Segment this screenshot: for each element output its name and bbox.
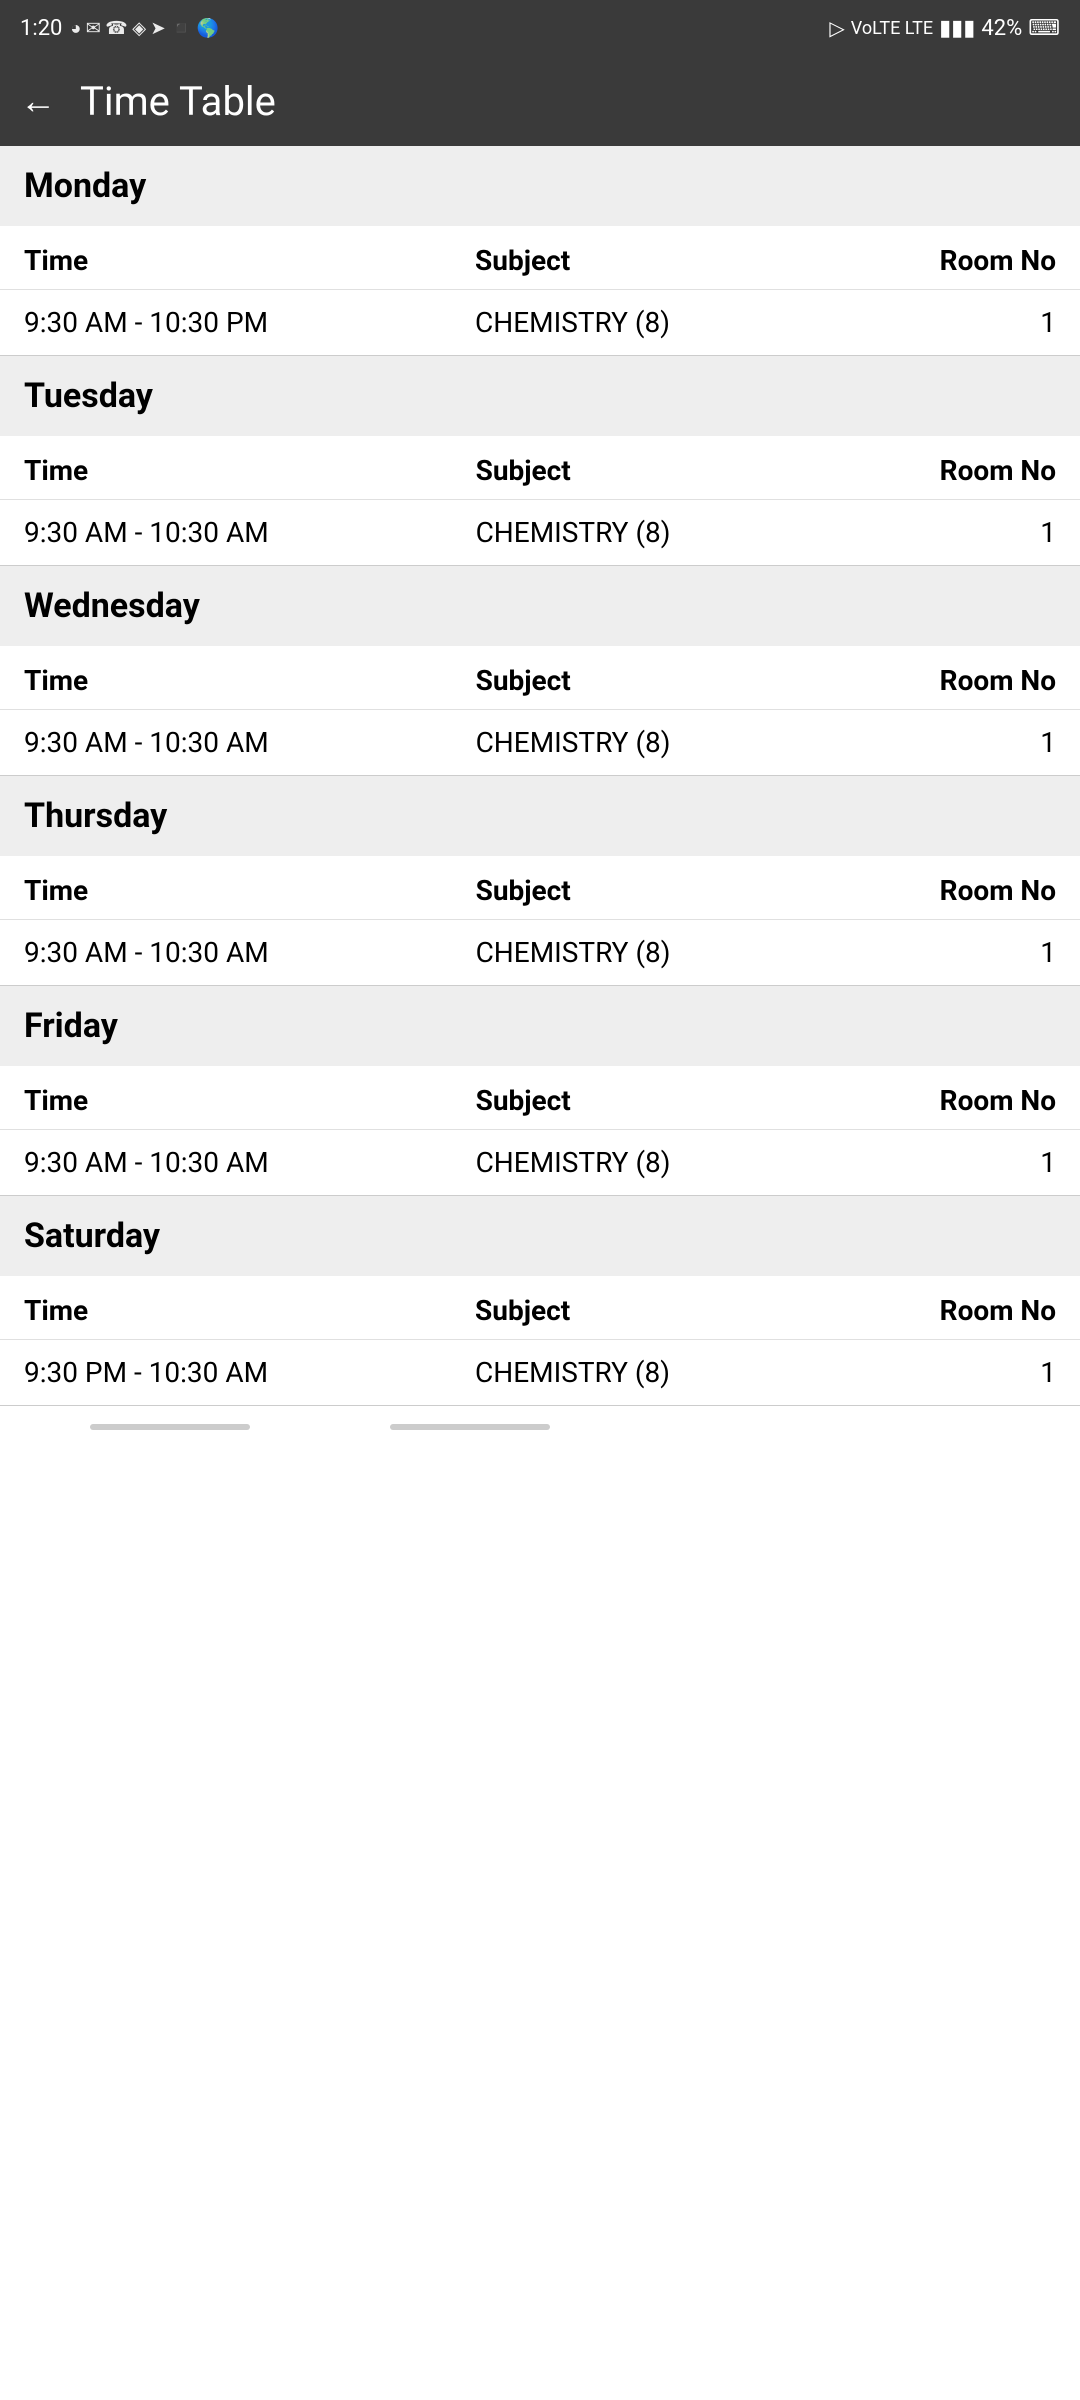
day-section-monday: MondayTimeSubjectRoom No9:30 AM - 10:30 … <box>0 146 1080 356</box>
day-section-saturday: SaturdayTimeSubjectRoom No9:30 PM - 10:3… <box>0 1196 1080 1406</box>
day-header-thursday: Thursday <box>0 776 1080 856</box>
status-icons: ◕ ✉ ☎ ◈ ➤ ◾ 🌎 <box>70 18 219 39</box>
status-right: ▷ VoLTE LTE ▮▮▮ 42% ⌨ <box>829 16 1060 41</box>
table-row: 9:30 PM - 10:30 AMCHEMISTRY (8)1 <box>0 1340 1080 1406</box>
entry-subject: CHEMISTRY (8) <box>452 500 827 566</box>
day-header-saturday: Saturday <box>0 1196 1080 1276</box>
day-section-thursday: ThursdayTimeSubjectRoom No9:30 AM - 10:3… <box>0 776 1080 986</box>
schedule-table-thursday: TimeSubjectRoom No9:30 AM - 10:30 AMCHEM… <box>0 856 1080 985</box>
col-header-time: Time <box>0 646 452 710</box>
day-name-wednesday: Wednesday <box>24 586 200 626</box>
col-header-time: Time <box>0 226 451 290</box>
col-header-room-no: Room No <box>826 646 1080 710</box>
col-header-room-no: Room No <box>826 1066 1080 1130</box>
day-name-saturday: Saturday <box>24 1216 160 1256</box>
table-row: 9:30 AM - 10:30 AMCHEMISTRY (8)1 <box>0 1130 1080 1196</box>
battery-percent: 42% <box>981 16 1022 41</box>
status-time: 1:20 <box>20 16 62 41</box>
signal-bars: ▮▮▮ <box>939 16 975 41</box>
entry-room: 1 <box>826 710 1080 776</box>
schedule-table-saturday: TimeSubjectRoom No9:30 PM - 10:30 AMCHEM… <box>0 1276 1080 1405</box>
scroll-hint-middle <box>390 1424 550 1430</box>
table-row: 9:30 AM - 10:30 AMCHEMISTRY (8)1 <box>0 500 1080 566</box>
schedule-table-tuesday: TimeSubjectRoom No9:30 AM - 10:30 AMCHEM… <box>0 436 1080 565</box>
entry-subject: CHEMISTRY (8) <box>451 1340 826 1406</box>
col-header-room-no: Room No <box>826 436 1080 500</box>
table-row: 9:30 AM - 10:30 PMCHEMISTRY (8)1 <box>0 290 1080 356</box>
scroll-hint-left <box>90 1424 250 1430</box>
day-section-tuesday: TuesdayTimeSubjectRoom No9:30 AM - 10:30… <box>0 356 1080 566</box>
day-header-monday: Monday <box>0 146 1080 226</box>
app-bar: ← Time Table <box>0 56 1080 146</box>
signal-text: VoLTE LTE <box>851 18 933 39</box>
entry-time: 9:30 AM - 10:30 AM <box>0 1130 452 1196</box>
schedule-table-wednesday: TimeSubjectRoom No9:30 AM - 10:30 AMCHEM… <box>0 646 1080 775</box>
entry-time: 9:30 AM - 10:30 AM <box>0 710 452 776</box>
col-header-time: Time <box>0 436 452 500</box>
entry-time: 9:30 PM - 10:30 AM <box>0 1340 451 1406</box>
col-header-time: Time <box>0 1276 451 1340</box>
timetable-container: MondayTimeSubjectRoom No9:30 AM - 10:30 … <box>0 146 1080 1406</box>
status-left: 1:20 ◕ ✉ ☎ ◈ ➤ ◾ 🌎 <box>20 16 219 41</box>
entry-room: 1 <box>826 920 1080 986</box>
entry-room: 1 <box>826 1340 1080 1406</box>
day-name-thursday: Thursday <box>24 796 167 836</box>
entry-subject: CHEMISTRY (8) <box>452 710 827 776</box>
col-header-subject: Subject <box>452 646 827 710</box>
page-title: Time Table <box>80 78 276 125</box>
col-header-time: Time <box>0 856 452 920</box>
entry-room: 1 <box>826 500 1080 566</box>
col-header-subject: Subject <box>452 856 827 920</box>
back-button[interactable]: ← <box>20 83 56 119</box>
day-header-tuesday: Tuesday <box>0 356 1080 436</box>
entry-subject: CHEMISTRY (8) <box>452 920 827 986</box>
entry-time: 9:30 AM - 10:30 PM <box>0 290 451 356</box>
entry-subject: CHEMISTRY (8) <box>451 290 826 356</box>
schedule-table-monday: TimeSubjectRoom No9:30 AM - 10:30 PMCHEM… <box>0 226 1080 355</box>
entry-subject: CHEMISTRY (8) <box>452 1130 827 1196</box>
col-header-time: Time <box>0 1066 452 1130</box>
col-header-room-no: Room No <box>826 856 1080 920</box>
day-section-friday: FridayTimeSubjectRoom No9:30 AM - 10:30 … <box>0 986 1080 1196</box>
day-name-monday: Monday <box>24 166 146 206</box>
col-header-subject: Subject <box>452 436 827 500</box>
day-name-friday: Friday <box>24 1006 118 1046</box>
status-bar: 1:20 ◕ ✉ ☎ ◈ ➤ ◾ 🌎 ▷ VoLTE LTE ▮▮▮ 42% ⌨ <box>0 0 1080 56</box>
wifi-icon: ▷ <box>829 16 844 40</box>
table-row: 9:30 AM - 10:30 AMCHEMISTRY (8)1 <box>0 710 1080 776</box>
entry-room: 1 <box>826 1130 1080 1196</box>
day-section-wednesday: WednesdayTimeSubjectRoom No9:30 AM - 10:… <box>0 566 1080 776</box>
col-header-room-no: Room No <box>826 226 1080 290</box>
day-name-tuesday: Tuesday <box>24 376 153 416</box>
entry-room: 1 <box>826 290 1080 356</box>
battery-icon: ⌨ <box>1028 16 1060 41</box>
schedule-table-friday: TimeSubjectRoom No9:30 AM - 10:30 AMCHEM… <box>0 1066 1080 1195</box>
day-header-wednesday: Wednesday <box>0 566 1080 646</box>
col-header-subject: Subject <box>451 226 826 290</box>
entry-time: 9:30 AM - 10:30 AM <box>0 500 452 566</box>
col-header-subject: Subject <box>451 1276 826 1340</box>
table-row: 9:30 AM - 10:30 AMCHEMISTRY (8)1 <box>0 920 1080 986</box>
col-header-subject: Subject <box>452 1066 827 1130</box>
entry-time: 9:30 AM - 10:30 AM <box>0 920 452 986</box>
day-header-friday: Friday <box>0 986 1080 1066</box>
col-header-room-no: Room No <box>826 1276 1080 1340</box>
